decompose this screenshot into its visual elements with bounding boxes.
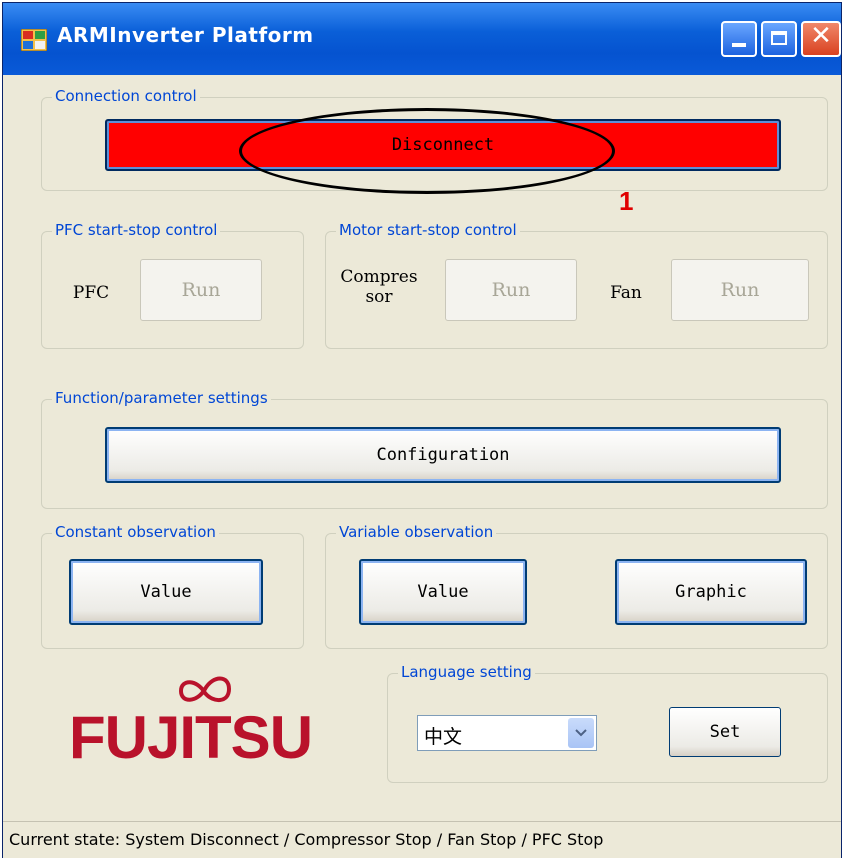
connection-control-label: Connection control <box>52 87 200 105</box>
window-title: ARMInverter Platform <box>57 23 314 47</box>
close-button[interactable]: ✕ <box>801 21 841 57</box>
set-language-button[interactable]: Set <box>669 707 781 757</box>
compressor-run-button[interactable]: Run <box>445 259 577 321</box>
status-bar: Current state: System Disconnect / Compr… <box>3 821 841 858</box>
logo-text: FUJITSU <box>69 704 313 771</box>
constant-value-button[interactable]: Value <box>69 559 263 625</box>
function-settings-label: Function/parameter settings <box>52 389 271 407</box>
main-window: ARMInverter Platform ✕ Connection contro… <box>2 2 842 858</box>
language-select[interactable]: 中文 <box>417 715 597 751</box>
close-icon: ✕ <box>810 21 832 51</box>
configuration-button[interactable]: Configuration <box>105 427 781 483</box>
chevron-down-icon[interactable] <box>568 718 594 748</box>
pfc-control-label: PFC start-stop control <box>52 221 221 239</box>
status-text: Current state: System Disconnect / Compr… <box>9 830 604 849</box>
maximize-icon <box>771 31 787 45</box>
title-bar[interactable]: ARMInverter Platform ✕ <box>3 3 841 75</box>
language-select-value: 中文 <box>424 726 463 748</box>
compressor-label: Compres sor <box>327 267 431 307</box>
constant-observation-label: Constant observation <box>52 523 219 541</box>
compressor-label-line1: Compres <box>340 267 418 287</box>
app-icon <box>20 28 48 52</box>
graphic-button[interactable]: Graphic <box>615 559 807 625</box>
fan-label: Fan <box>610 283 642 303</box>
language-setting-label: Language setting <box>398 663 535 681</box>
compressor-label-line2: sor <box>365 287 393 307</box>
minimize-icon <box>732 43 746 47</box>
pfc-label: PFC <box>72 283 110 303</box>
variable-value-button[interactable]: Value <box>359 559 527 625</box>
annotation-number: 1 <box>619 186 634 216</box>
maximize-button[interactable] <box>761 21 797 57</box>
variable-observation-label: Variable observation <box>336 523 497 541</box>
fujitsu-logo: FUJITSU <box>69 671 339 771</box>
fan-run-button[interactable]: Run <box>671 259 809 321</box>
pfc-run-button[interactable]: Run <box>140 259 262 321</box>
minimize-button[interactable] <box>721 21 757 57</box>
disconnect-button[interactable]: Disconnect <box>105 119 781 171</box>
motor-control-label: Motor start-stop control <box>336 221 520 239</box>
